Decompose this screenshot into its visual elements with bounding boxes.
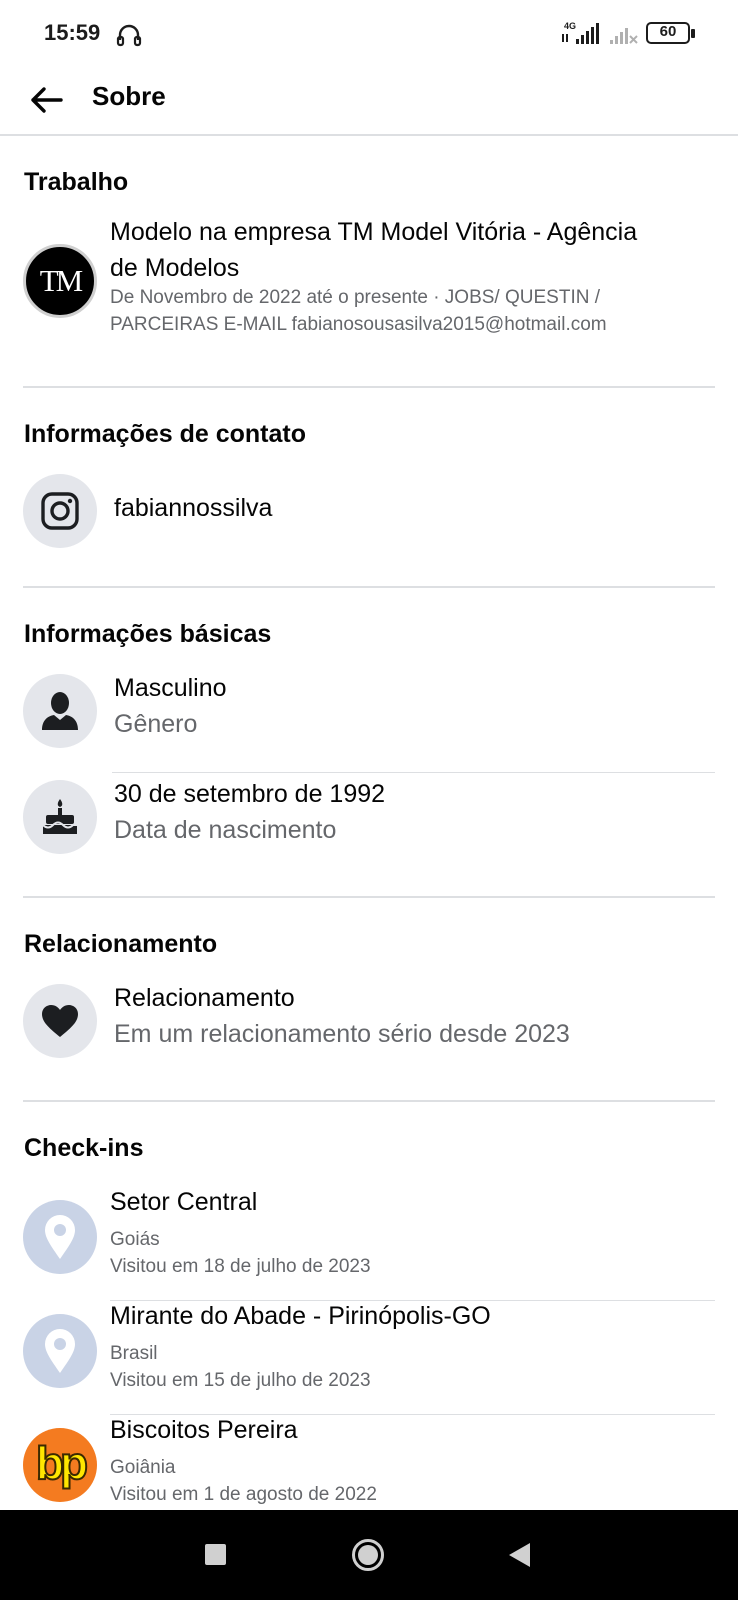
location-pin-circle [23,1314,97,1388]
birthday-row: 30 de setembro de 1992 Data de nasciment… [0,780,738,860]
headset-icon [116,24,142,47]
work-title-line2: de Modelos [110,254,240,282]
heart-icon [42,1005,78,1037]
work-section: Trabalho TM Modelo na empresa TM Model V… [0,138,738,386]
checkin-visited: Visitou em 18 de julho de 2023 [110,1256,371,1277]
status-time: 15:59 [44,20,101,45]
birthday-value: 30 de setembro de 1992 [114,780,386,808]
battery-icon: 60 [646,22,696,46]
section-title-checkins: Check-ins [24,1134,144,1162]
person-icon-circle [23,674,97,748]
instagram-row[interactable]: fabiannossilva [0,474,738,550]
section-title-contact: Informações de contato [24,420,306,448]
system-back-button[interactable] [506,1541,532,1569]
checkin-item[interactable]: bp Biscoitos Pereira Goiânia Visitou em … [0,1416,738,1516]
section-title-relationship: Relacionamento [24,930,218,958]
row-divider [110,1300,715,1301]
page-title: Sobre [92,81,166,111]
instagram-icon-circle [23,474,97,548]
signal-empty-icon [610,28,638,44]
basic-info-section: Informações básicas Masculino Gênero 30 … [0,588,738,896]
biscoitos-pereira-logo: bp [23,1428,97,1502]
checkins-section: Check-ins Setor Central Goiás Visitou em… [0,1102,738,1522]
birthday-cake-icon [42,799,77,834]
relationship-row[interactable]: Relacionamento Em um relacionamento séri… [0,984,738,1064]
cake-icon-circle [23,780,97,854]
about-content: Trabalho TM Modelo na empresa TM Model V… [0,138,738,1522]
work-detail-line1: De Novembro de 2022 até o presente · JOB… [110,287,601,308]
checkin-region: Goiânia [110,1457,176,1478]
app-header: Sobre [0,68,738,136]
location-pin-icon [45,1215,75,1259]
contact-section: Informações de contato fabiannossilva [0,388,738,586]
checkin-visited: Visitou em 1 de agosto de 2022 [110,1484,377,1505]
checkin-name: Setor Central [110,1188,258,1216]
network-type-label: 4G [564,21,576,31]
checkin-name: Mirante do Abade - Pirinópolis-GO [110,1302,491,1330]
birthday-label: Data de nascimento [114,816,337,844]
section-title-basic: Informações básicas [24,620,272,648]
instagram-handle: fabiannossilva [114,494,273,522]
checkin-item[interactable]: Mirante do Abade - Pirinópolis-GO Brasil… [0,1302,738,1402]
status-bar: 15:59 4G 60 [0,0,738,68]
battery-level: 60 [659,23,677,40]
location-pin-icon [45,1329,75,1373]
heart-icon-circle [23,984,97,1058]
checkin-item[interactable]: Setor Central Goiás Visitou em 18 de jul… [0,1188,738,1288]
company-logo-text: TM [39,263,83,298]
checkin-region: Goiás [110,1229,160,1250]
row-divider [110,1414,715,1415]
person-icon [42,692,78,730]
relationship-section: Relacionamento Relacionamento Em um rela… [0,898,738,1100]
checkin-visited: Visitou em 15 de julho de 2023 [110,1370,371,1391]
back-button[interactable] [24,78,68,122]
relationship-value: Em um relacionamento sério desde 2023 [114,1020,570,1048]
company-logo: TM [23,244,97,318]
system-navigation-bar [0,1510,738,1600]
gender-label: Gênero [114,710,198,738]
relationship-label: Relacionamento [114,984,295,1012]
work-title-line1: Modelo na empresa TM Model Vitória - Agê… [110,218,638,246]
gender-row: Masculino Gênero [0,674,738,754]
signal-strength-icon: 4G [562,21,599,44]
checkin-region: Brasil [110,1343,158,1364]
section-title-work: Trabalho [24,168,129,196]
gender-value: Masculino [114,674,227,702]
row-divider [112,772,715,773]
work-item[interactable]: TM Modelo na empresa TM Model Vitória - … [0,218,738,358]
instagram-icon [41,492,79,530]
work-detail-line2: PARCEIRAS E-MAIL fabianosousasilva2015@h… [110,314,607,335]
home-button[interactable] [351,1538,385,1572]
arrow-left-icon [31,87,63,113]
recent-apps-button[interactable] [205,1544,226,1565]
location-pin-circle [23,1200,97,1274]
checkin-name: Biscoitos Pereira [110,1416,298,1444]
logo-text: bp [35,1436,89,1490]
